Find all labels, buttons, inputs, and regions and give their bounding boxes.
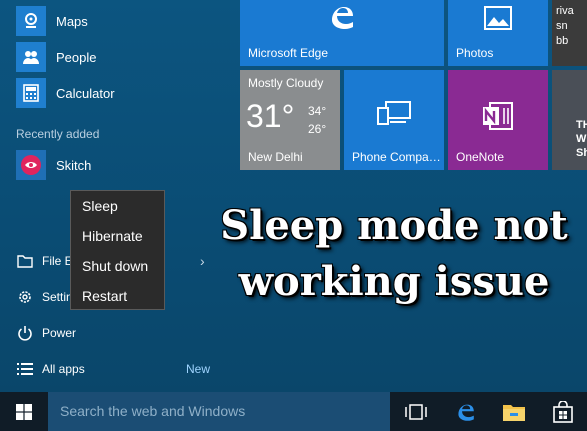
file-explorer-taskbar-icon (503, 404, 525, 421)
new-badge: New (186, 362, 211, 376)
settings-label: Settin (42, 290, 73, 304)
folder-icon (16, 252, 34, 270)
news-tile-text: riva sn bb (556, 5, 574, 47)
tile-onenote-label: OneNote (456, 150, 505, 164)
weather-temperature: 31° (246, 98, 295, 134)
power-context-menu: Sleep Hibernate Shut down Restart (70, 190, 165, 310)
store-bag-icon (553, 400, 573, 423)
tile-news-partial[interactable]: riva sn bb (552, 0, 587, 66)
all-apps-item[interactable]: All apps (16, 358, 85, 380)
onenote-icon (483, 102, 513, 130)
calculator-icon (16, 78, 46, 108)
app-people-label: People (56, 49, 97, 65)
app-calculator-label: Calculator (56, 85, 115, 101)
sleep-option[interactable]: Sleep (82, 192, 118, 220)
tile-weather[interactable]: Mostly Cloudy 31° 34° 26° New Delhi (240, 70, 340, 170)
edge-taskbar-button[interactable] (441, 392, 489, 431)
tile-photos-label: Photos (456, 46, 494, 60)
power-icon (16, 324, 34, 342)
task-view-button[interactable] (392, 392, 440, 431)
app-maps-label: Maps (56, 13, 88, 29)
windows-logo-icon (16, 403, 32, 420)
search-box[interactable]: Search the web and Windows (48, 392, 390, 431)
hibernate-option[interactable]: Hibernate (82, 222, 143, 250)
task-view-icon (405, 403, 427, 420)
power-item[interactable]: Power (16, 322, 76, 344)
all-apps-label: All apps (42, 362, 85, 376)
gear-icon (16, 288, 34, 306)
search-placeholder: Search the web and Windows (60, 403, 246, 419)
store-taskbar-button[interactable] (539, 392, 587, 431)
weather-low: 26° (308, 122, 327, 136)
weather-city: New Delhi (248, 150, 303, 164)
taskbar: Search the web and Windows (0, 392, 587, 431)
weather-condition: Mostly Cloudy (248, 76, 324, 90)
skitch-icon (16, 150, 46, 180)
photos-icon (484, 6, 512, 30)
tile-microsoft-edge[interactable]: Microsoft Edge (240, 0, 444, 66)
restart-option[interactable]: Restart (82, 282, 127, 310)
file-explorer-taskbar-button[interactable] (490, 392, 538, 431)
edge-taskbar-icon (458, 404, 474, 421)
app-calculator[interactable]: Calculator (16, 78, 115, 108)
overlay-headline: Sleep mode not working issue (214, 198, 574, 310)
start-button[interactable] (0, 392, 48, 431)
edge-icon (332, 7, 353, 29)
shut-down-option[interactable]: Shut down (82, 252, 148, 280)
maps-icon (16, 6, 46, 36)
weather-high: 34° (308, 104, 327, 118)
partial-tile-text: TH W Sh (576, 119, 587, 159)
people-icon (16, 42, 46, 72)
tile-edge-label: Microsoft Edge (248, 46, 329, 60)
settings-item[interactable]: Settin (16, 286, 73, 308)
chevron-right-icon[interactable]: › (200, 253, 205, 269)
app-skitch[interactable]: Skitch (16, 150, 91, 180)
list-icon (16, 360, 34, 378)
tile-phone-companion[interactable]: Phone Compa… (344, 70, 444, 170)
tile-onenote[interactable]: OneNote (448, 70, 548, 170)
power-label: Power (42, 326, 77, 340)
phone-companion-icon (377, 101, 411, 125)
headline-line-2: working issue (238, 258, 550, 305)
headline-line-1: Sleep mode not (220, 202, 568, 249)
app-skitch-label: Skitch (56, 157, 92, 173)
tile-photos[interactable]: Photos (448, 0, 548, 66)
tile-phone-label: Phone Compa… (352, 150, 441, 164)
app-maps[interactable]: Maps (16, 6, 88, 36)
tile-partial-right[interactable]: TH W Sh (552, 70, 587, 170)
recently-added-title: Recently added (16, 127, 100, 141)
app-people[interactable]: People (16, 42, 96, 72)
